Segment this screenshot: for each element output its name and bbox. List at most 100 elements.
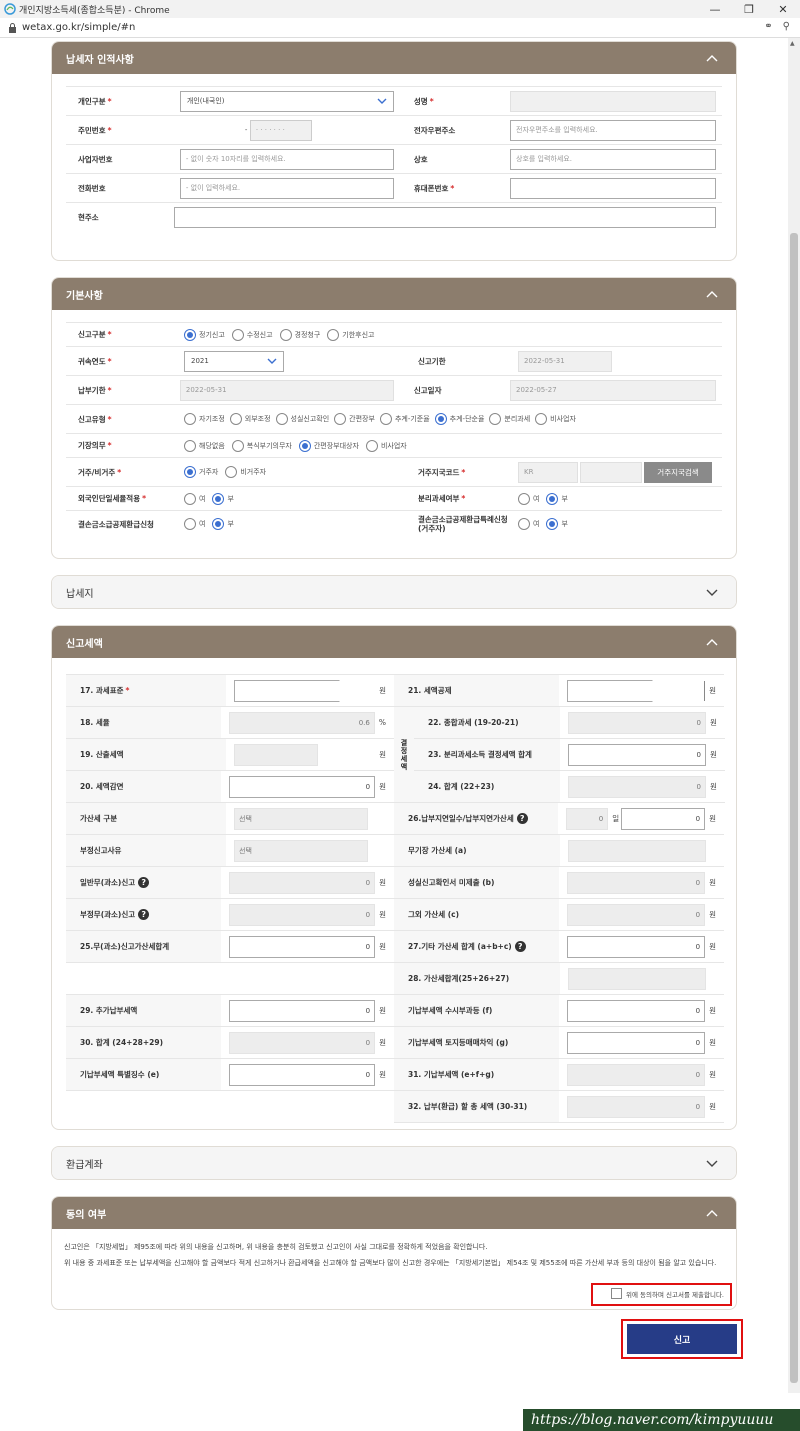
- help-icon[interactable]: ?: [138, 909, 150, 920]
- residency-name-field: [580, 461, 642, 483]
- help-icon[interactable]: ?: [514, 941, 526, 952]
- radio-non-business-book[interactable]: 비사업자: [365, 439, 407, 452]
- residency-code-label: 거주지국코드 *: [406, 458, 510, 486]
- radio-deficit-special-yes[interactable]: 여: [518, 518, 539, 530]
- tax-base-field[interactable]: [234, 679, 340, 702]
- under-report-sum-label: 25.무(과소)신고가산세합계: [66, 931, 222, 962]
- under-report-sum-field[interactable]: 0: [229, 935, 376, 958]
- tax-amount-panel-header[interactable]: 신고세액: [52, 626, 736, 658]
- address-field[interactable]: [174, 207, 716, 228]
- resident-no-front-field[interactable]: [179, 119, 240, 141]
- phone-field[interactable]: - 없이 입력하세요.: [179, 177, 394, 199]
- tax-deduction-field[interactable]: [567, 679, 654, 702]
- radio-deficit-yes[interactable]: 여: [184, 518, 205, 530]
- radio-self-adjust[interactable]: 자기조정: [184, 413, 225, 425]
- radio-simple-book-target[interactable]: 간편장부대상자: [298, 439, 359, 452]
- other-add-sum-field[interactable]: 0: [567, 935, 706, 958]
- browser-favicon-icon: [4, 3, 16, 15]
- personal-type-select[interactable]: 개인(내국인): [179, 90, 394, 112]
- radio-external-adjust[interactable]: 외부조정: [229, 413, 271, 425]
- restore-icon[interactable]: ❐: [732, 0, 766, 18]
- chevron-down-icon[interactable]: [704, 1158, 720, 1168]
- radio-late-report[interactable]: 기한후신고: [327, 328, 375, 341]
- page-scrollbar[interactable]: ▲: [788, 38, 800, 1393]
- mobile-field[interactable]: [510, 177, 716, 199]
- additional-payment-field[interactable]: 0: [229, 999, 376, 1022]
- radio-non-resident[interactable]: 비거주자: [225, 466, 266, 478]
- radio-deficit-special-no[interactable]: 부: [546, 518, 568, 530]
- radio-foreign-yes[interactable]: 여: [184, 492, 205, 505]
- basic-panel-header[interactable]: 기본사항: [52, 278, 736, 310]
- separate-tax-sum-field[interactable]: 0: [568, 743, 706, 766]
- radio-double-entry[interactable]: 복식부기의무자: [231, 439, 292, 452]
- address-bar[interactable]: wetax.go.kr/simple/#n ⚭ ⚲: [0, 18, 800, 38]
- radio-estimate-standard[interactable]: 추계-기준율: [379, 413, 430, 425]
- land-sale-field[interactable]: 0: [567, 1031, 706, 1054]
- radio-not-applicable[interactable]: 해당없음: [184, 439, 225, 452]
- taxpayer-panel-header[interactable]: 납세자 인적사항: [52, 42, 736, 74]
- close-icon[interactable]: ✕: [766, 0, 800, 18]
- help-icon[interactable]: ?: [138, 877, 150, 888]
- radio-resident[interactable]: 거주자: [184, 466, 218, 478]
- general-tax-field: 0: [568, 711, 706, 734]
- radio-separate-yes[interactable]: 여: [518, 492, 539, 505]
- chevron-down-icon[interactable]: [704, 587, 720, 597]
- land-sale-label: 기납부세액 토지등매매차익 (g): [394, 1027, 560, 1058]
- radio-amended-report[interactable]: 수정신고: [231, 328, 273, 341]
- page-content: 납세자 인적사항 개인구분 * 개인(내국인) 성명 * 주민번호 * - · …: [0, 38, 800, 1431]
- zoom-icon[interactable]: ⚲: [783, 21, 790, 32]
- unfair-reason-select[interactable]: 선택: [234, 839, 368, 862]
- radio-faithful-confirm[interactable]: 성실신고확인: [275, 413, 329, 425]
- addtax-kind-select[interactable]: 선택: [234, 807, 368, 830]
- radio-regular-report[interactable]: 정기신고: [184, 328, 225, 341]
- radio-deficit-no[interactable]: 부: [212, 518, 234, 530]
- consent-panel-header[interactable]: 동의 여부: [52, 1197, 736, 1229]
- occasional-field[interactable]: 0: [567, 999, 706, 1022]
- basic-panel: 기본사항 신고구분* 정기신고 수정신고 경정청구 기한후신고 귀속연도*: [51, 277, 737, 559]
- key-icon[interactable]: ⚭: [764, 21, 772, 32]
- radio-separate-no[interactable]: 부: [546, 492, 568, 505]
- pay-deadline-label: 납부기한 *: [66, 376, 172, 404]
- radio-simple-book[interactable]: 간편장부: [334, 413, 375, 425]
- general-tax-label: 22. 종합과세 (19-20-21): [414, 707, 560, 738]
- tax-reduction-field[interactable]: 0: [229, 775, 376, 798]
- occasional-label: 기납부세액 수시부과등 (f): [394, 995, 560, 1026]
- chevron-up-icon[interactable]: [704, 53, 720, 63]
- radio-non-business[interactable]: 비사업자: [535, 413, 576, 425]
- addtax-kind-label: 가산세 구분: [66, 803, 226, 834]
- chevron-up-icon[interactable]: [704, 1208, 720, 1218]
- url-text[interactable]: wetax.go.kr/simple/#n: [22, 22, 135, 33]
- trade-name-label: 상호: [401, 145, 502, 173]
- trade-name-field[interactable]: 상호를 입력하세요.: [510, 148, 716, 170]
- scroll-up-icon[interactable]: ▲: [790, 40, 795, 47]
- year-select[interactable]: 2021: [184, 350, 284, 372]
- late-payment-field[interactable]: 0: [621, 807, 706, 830]
- chevron-up-icon[interactable]: [704, 637, 720, 647]
- separate-tax-label: 분리과세여부 *: [406, 487, 510, 510]
- biz-no-field[interactable]: - 없이 숫자 10자리를 입력하세요.: [179, 148, 394, 170]
- deadline-field: 2022-05-31: [518, 350, 612, 372]
- tax-office-panel-header[interactable]: 납세지: [52, 576, 736, 608]
- name-field[interactable]: [510, 90, 716, 112]
- refund-panel-header[interactable]: 환급계좌: [52, 1147, 736, 1179]
- submit-button[interactable]: 신고: [627, 1324, 737, 1354]
- foreign-tax-label: 외국인단일세율적용 *: [66, 487, 176, 510]
- no-confirm-label: 성실신고확인서 미제출 (b): [394, 867, 560, 898]
- radio-estimate-simple[interactable]: 추계-단순율: [434, 413, 484, 425]
- email-field[interactable]: 전자우편주소를 입력하세요.: [510, 119, 716, 141]
- special-levy-field[interactable]: 0: [229, 1063, 376, 1086]
- residency-search-button[interactable]: 거주지국검색: [644, 461, 712, 483]
- deadline-label: 신고기한: [406, 347, 510, 375]
- minimize-icon[interactable]: —: [698, 0, 732, 18]
- chevron-up-icon[interactable]: [704, 289, 720, 299]
- radio-separate-tax[interactable]: 분리과세: [489, 413, 530, 425]
- residency-code-field: KR: [518, 461, 578, 483]
- radio-correction-claim[interactable]: 경정청구: [279, 328, 320, 341]
- radio-foreign-no[interactable]: 부: [212, 492, 234, 505]
- scrollbar-thumb[interactable]: [790, 233, 798, 1383]
- resident-no-back-field[interactable]: · · · · · · ·: [249, 119, 312, 141]
- watermark: https://blog.naver.com/kimpyuuuu: [523, 1409, 800, 1431]
- prepaid-sum-label: 31. 기납부세액 (e+f+g): [394, 1059, 560, 1090]
- phone-label: 전화번호: [66, 174, 172, 202]
- help-icon[interactable]: ?: [516, 813, 528, 824]
